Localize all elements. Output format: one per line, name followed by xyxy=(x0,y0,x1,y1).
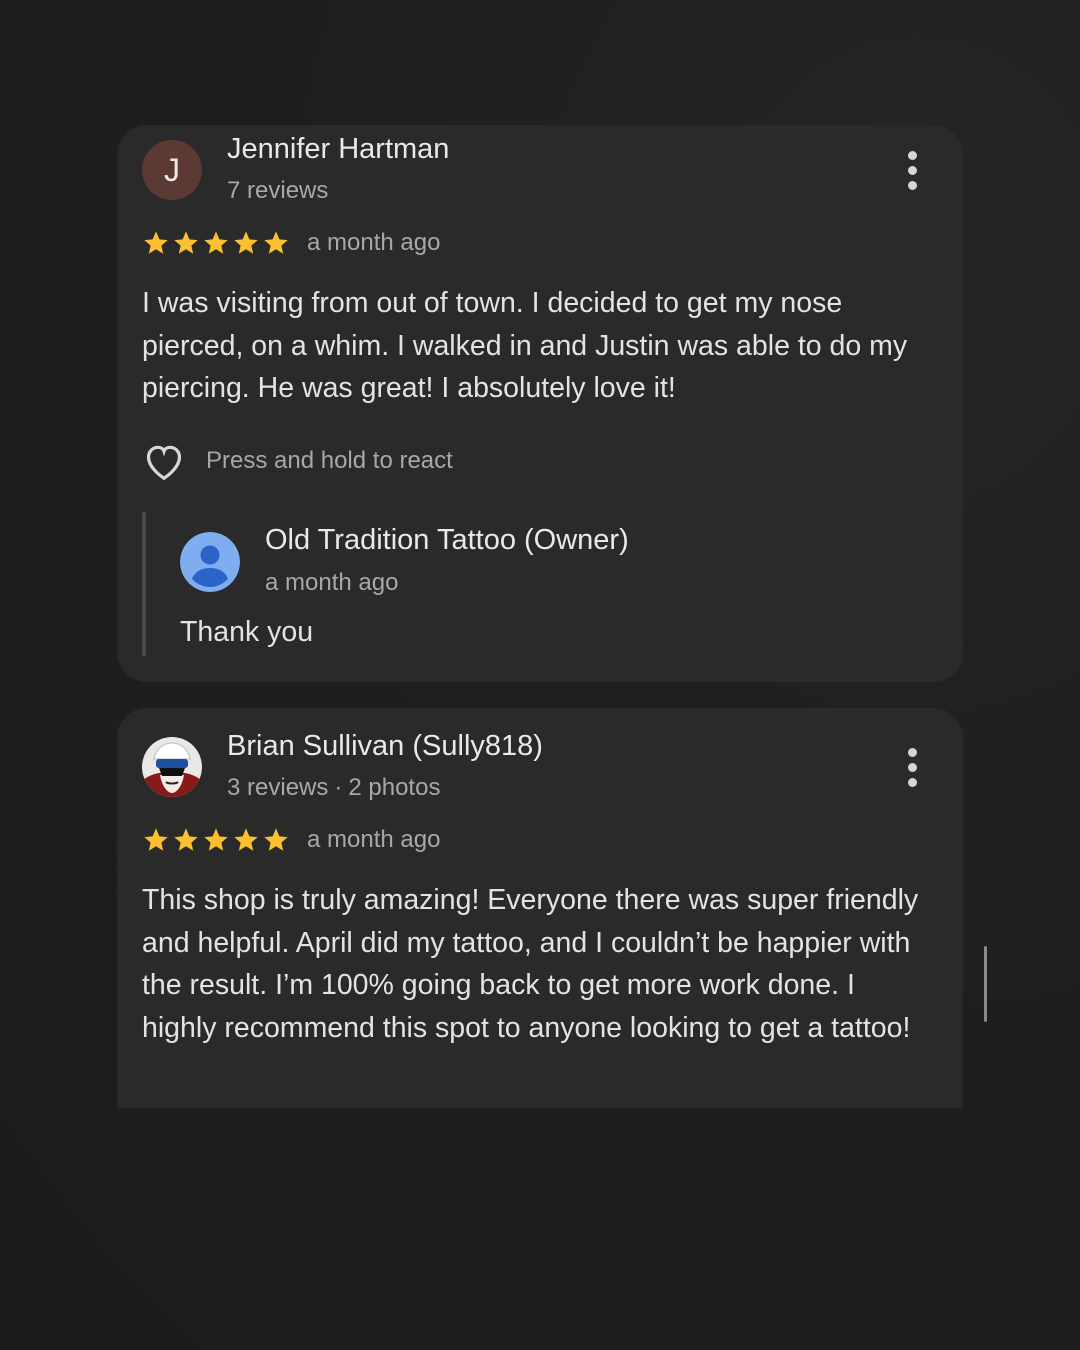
star-icon xyxy=(234,828,258,851)
heart-outline-icon xyxy=(146,445,182,481)
separator: · xyxy=(334,774,343,801)
star-rating xyxy=(142,826,290,854)
review-text: I was visiting from out of town. I decid… xyxy=(142,287,908,404)
reviewer-stats: 7 reviews xyxy=(227,177,329,204)
review-count: 3 reviews xyxy=(227,774,329,801)
rating-row: a month ago xyxy=(142,228,440,258)
star-icon xyxy=(174,828,198,851)
more-vert-icon xyxy=(907,747,917,757)
owner-avatar xyxy=(180,532,240,592)
star-icon xyxy=(204,828,228,851)
star-icon xyxy=(144,231,168,254)
reviewer-name[interactable]: Jennifer Hartman xyxy=(227,133,449,166)
review-time: a month ago xyxy=(307,826,441,853)
review-card: Brian Sullivan (Sully818) 3 reviews · 2 ph… xyxy=(117,708,963,1108)
reviewer-avatar[interactable]: J xyxy=(142,140,202,200)
more-vert-icon xyxy=(907,150,917,160)
star-icon xyxy=(144,828,168,851)
default-profile-icon xyxy=(180,532,240,592)
owner-reply-time: a month ago xyxy=(265,569,399,596)
star-icon xyxy=(174,231,198,254)
photo-count: 2 photos xyxy=(348,774,441,801)
react-button[interactable]: Press and hold to react xyxy=(142,439,453,483)
reviewer-avatar[interactable] xyxy=(142,737,202,797)
star-icon xyxy=(204,231,228,254)
react-label: Press and hold to react xyxy=(206,447,453,474)
owner-name: Old Tradition Tattoo (Owner) xyxy=(265,524,629,556)
owner-reply-text: Thank you xyxy=(180,616,314,648)
review-text: This shop is truly amazing! Everyone the… xyxy=(142,884,919,1044)
rating-row: a month ago xyxy=(142,825,440,855)
star-icon xyxy=(264,231,288,254)
reviews-screen: J Jennifer Hartman 7 reviews a month ago… xyxy=(0,0,1080,1350)
profile-photo xyxy=(142,737,202,797)
scrollbar[interactable] xyxy=(984,946,987,1022)
owner-reply: Old Tradition Tattoo (Owner) a month ago… xyxy=(142,512,926,656)
star-icon xyxy=(264,828,288,851)
more-options-button[interactable] xyxy=(897,745,927,789)
review-time: a month ago xyxy=(307,229,441,256)
star-rating xyxy=(142,229,290,257)
review-card: J Jennifer Hartman 7 reviews a month ago… xyxy=(117,125,963,682)
avatar-letter: J xyxy=(164,151,180,188)
star-icon xyxy=(234,231,258,254)
reviewer-name[interactable]: Brian Sullivan (Sully818) xyxy=(227,730,543,763)
reviewer-stats: 3 reviews · 2 photos xyxy=(227,774,440,802)
more-options-button[interactable] xyxy=(897,148,927,192)
